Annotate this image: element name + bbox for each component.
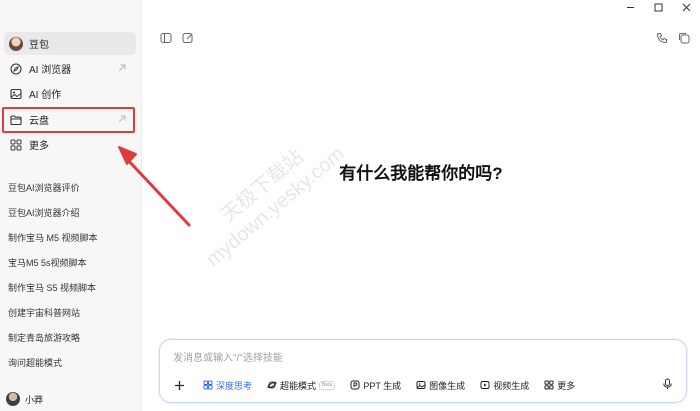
arrow-up-right-icon: [118, 115, 126, 123]
sidebar-item-label: 豆包: [29, 40, 49, 51]
history-item[interactable]: 创建宇宙科普网站: [8, 306, 80, 319]
window-copy-icon[interactable]: [678, 32, 690, 44]
image-icon: [9, 87, 23, 101]
beta-badge: Beta: [319, 380, 336, 390]
image-gen-icon: [415, 380, 426, 391]
folder-icon: [9, 113, 23, 127]
sidebar-item-cloud-drive[interactable]: 云盘: [4, 108, 136, 131]
grid-icon: [9, 138, 23, 152]
more-tools-button[interactable]: 更多: [543, 379, 575, 392]
image-generate-button[interactable]: 图像生成: [415, 379, 465, 392]
video-icon: [479, 380, 490, 391]
history-item[interactable]: 豆包AI浏览器评价: [8, 181, 80, 194]
ppt-icon: [349, 380, 360, 391]
sidebar: 豆包 AI 浏览器 AI 创作 云盘 更多 豆包AI浏览器评价 豆包AI浏览器介…: [0, 0, 142, 411]
main-panel: 有什么我能帮你的吗? 发消息或输入"/"选择技能 深度思考 超能模式 Beta …: [142, 0, 700, 411]
arrow-up-right-icon: [118, 64, 126, 72]
input-toolbar: 深度思考 超能模式 Beta PPT 生成 图像生成 视频生成 更多: [172, 377, 589, 393]
plus-icon[interactable]: [172, 378, 186, 392]
close-icon[interactable]: [672, 0, 700, 14]
more-grid-icon: [543, 380, 554, 391]
sidebar-toggle-icon[interactable]: [160, 32, 172, 44]
sidebar-item-more[interactable]: 更多: [4, 133, 136, 156]
sidebar-item-label: 更多: [29, 141, 49, 152]
minimize-icon[interactable]: [616, 0, 644, 14]
video-generate-button[interactable]: 视频生成: [479, 379, 529, 392]
history-item[interactable]: 制作宝马 M5 视频脚本: [8, 231, 98, 244]
sidebar-item-ai-create[interactable]: AI 创作: [4, 82, 136, 105]
deep-think-icon: [202, 380, 213, 391]
doubao-avatar-icon: [9, 36, 23, 51]
history-item[interactable]: 询问超能模式: [8, 356, 62, 369]
sidebar-item-label: AI 创作: [29, 90, 62, 101]
phone-icon[interactable]: [656, 32, 668, 44]
sidebar-item-label: AI 浏览器: [29, 65, 72, 76]
avatar: [6, 392, 20, 406]
history-item[interactable]: 制定青岛旅游攻略: [8, 331, 80, 344]
chat-input-placeholder[interactable]: 发消息或输入"/"选择技能: [173, 349, 283, 364]
deep-think-button[interactable]: 深度思考: [202, 379, 252, 392]
super-mode-button[interactable]: 超能模式 Beta: [266, 379, 336, 392]
history-item[interactable]: 豆包AI浏览器介绍: [8, 206, 80, 219]
history-item[interactable]: 宝马M5 5s视频脚本: [8, 256, 87, 269]
user-name: 小莽: [25, 394, 44, 405]
microphone-icon[interactable]: [658, 375, 676, 393]
maximize-icon[interactable]: [644, 0, 672, 14]
super-mode-icon: [266, 380, 277, 391]
ppt-generate-button[interactable]: PPT 生成: [349, 379, 401, 392]
history-item[interactable]: 制作宝马 S5 视频脚本: [8, 281, 96, 294]
greeting-title: 有什么我能帮你的吗?: [339, 164, 503, 183]
sidebar-item-ai-browser[interactable]: AI 浏览器: [4, 57, 136, 80]
user-profile[interactable]: 小莽: [6, 391, 43, 407]
window-controls: [616, 0, 700, 14]
chat-input-box[interactable]: 发消息或输入"/"选择技能 深度思考 超能模式 Beta PPT 生成 图像生成: [159, 339, 687, 403]
new-chat-icon[interactable]: [182, 32, 194, 44]
compass-icon: [9, 62, 23, 76]
sidebar-item-label: 云盘: [29, 116, 49, 127]
sidebar-item-doubao[interactable]: 豆包: [4, 32, 136, 55]
